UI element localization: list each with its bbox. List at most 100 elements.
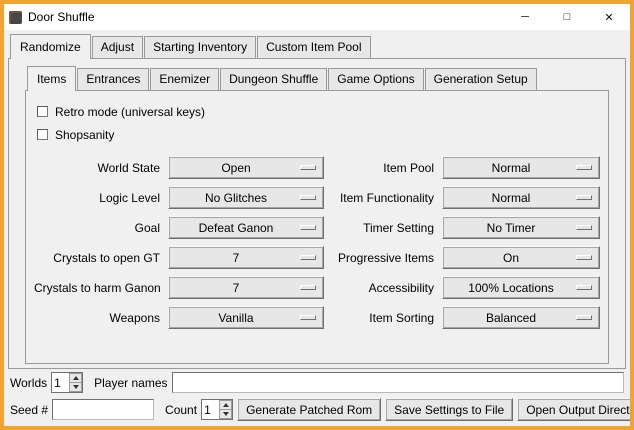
dropdown-indicator-icon — [576, 285, 592, 290]
count-input[interactable] — [202, 400, 219, 419]
dropdown-indicator-icon — [300, 165, 316, 170]
crystals-open-gt-label: Crystals to open GT — [34, 251, 162, 265]
goal-label: Goal — [34, 221, 162, 235]
tab-dungeon-shuffle[interactable]: Dungeon Shuffle — [220, 68, 327, 90]
dropdown-indicator-icon — [576, 255, 592, 260]
crystals-open-gt-dropdown[interactable]: 7 — [168, 246, 324, 269]
outer-tab-bar: Randomize Adjust Starting Inventory Cust… — [8, 34, 626, 58]
shopsanity-checkbox[interactable]: Shopsanity — [37, 123, 600, 146]
item-pool-dropdown[interactable]: Normal — [442, 156, 600, 179]
tab-randomize[interactable]: Randomize — [10, 34, 91, 59]
item-sorting-label: Item Sorting — [330, 311, 436, 325]
goal-dropdown[interactable]: Defeat Ganon — [168, 216, 324, 239]
item-pool-label: Item Pool — [330, 161, 436, 175]
item-functionality-value: Normal — [492, 191, 551, 205]
checkbox-icon — [37, 106, 48, 117]
world-state-dropdown[interactable]: Open — [168, 156, 324, 179]
timer-setting-dropdown[interactable]: No Timer — [442, 216, 600, 239]
tab-entrances[interactable]: Entrances — [77, 68, 149, 90]
tab-game-options[interactable]: Game Options — [328, 68, 423, 90]
item-sorting-dropdown[interactable]: Balanced — [442, 306, 600, 329]
tab-starting-inventory[interactable]: Starting Inventory — [144, 36, 256, 58]
shopsanity-label: Shopsanity — [55, 128, 114, 142]
arrow-down-icon — [223, 412, 229, 416]
tab-generation-setup[interactable]: Generation Setup — [425, 68, 537, 90]
worlds-spin-up-button[interactable] — [69, 373, 82, 383]
world-state-value: Open — [221, 161, 270, 175]
close-button[interactable]: ✕ — [588, 4, 630, 30]
tab-enemizer[interactable]: Enemizer — [150, 68, 219, 90]
titlebar: Door Shuffle ─ □ ✕ — [4, 4, 630, 30]
dropdown-indicator-icon — [300, 285, 316, 290]
crystals-open-gt-value: 7 — [233, 251, 260, 265]
inner-tab-bar: Items Entrances Enemizer Dungeon Shuffle… — [25, 66, 609, 90]
save-settings-button[interactable]: Save Settings to File — [385, 398, 513, 421]
maximize-button[interactable]: □ — [546, 4, 588, 30]
worlds-row: Worlds Player names — [10, 372, 624, 393]
progressive-items-value: On — [503, 251, 539, 265]
worlds-input[interactable] — [52, 373, 69, 392]
count-spin-down-button[interactable] — [219, 410, 232, 419]
weapons-value: Vanilla — [218, 311, 273, 325]
accessibility-dropdown[interactable]: 100% Locations — [442, 276, 600, 299]
retro-mode-label: Retro mode (universal keys) — [55, 105, 205, 119]
arrow-down-icon — [73, 385, 79, 389]
goal-value: Defeat Ganon — [199, 221, 294, 235]
window-content: Randomize Adjust Starting Inventory Cust… — [4, 30, 630, 426]
dropdown-indicator-icon — [300, 195, 316, 200]
crystals-harm-ganon-label: Crystals to harm Ganon — [34, 281, 162, 295]
dropdown-indicator-icon — [300, 255, 316, 260]
checkbox-icon — [37, 129, 48, 140]
dropdown-indicator-icon — [300, 315, 316, 320]
worlds-spin-down-button[interactable] — [69, 383, 82, 392]
window-title: Door Shuffle — [28, 10, 95, 24]
minimize-button[interactable]: ─ — [504, 4, 546, 30]
count-spinbox[interactable] — [201, 399, 233, 420]
items-pane: Retro mode (universal keys) Shopsanity W… — [25, 90, 609, 364]
bottom-right-buttons: Save Settings to File Open Output Direct… — [385, 398, 634, 421]
options-grid: World State Open Item Pool Normal Logic … — [34, 156, 600, 329]
item-sorting-value: Balanced — [486, 311, 556, 325]
timer-setting-value: No Timer — [487, 221, 556, 235]
logic-level-value: No Glitches — [205, 191, 287, 205]
world-state-label: World State — [34, 161, 162, 175]
accessibility-label: Accessibility — [330, 281, 436, 295]
player-names-label: Player names — [94, 376, 167, 390]
arrow-up-icon — [73, 376, 79, 380]
tab-items[interactable]: Items — [27, 66, 76, 91]
player-names-input[interactable] — [172, 372, 625, 393]
crystals-harm-ganon-value: 7 — [233, 281, 260, 295]
maximize-icon: □ — [564, 11, 571, 23]
open-output-directory-button[interactable]: Open Output Directory — [517, 398, 634, 421]
window-controls: ─ □ ✕ — [504, 4, 630, 30]
progressive-items-dropdown[interactable]: On — [442, 246, 600, 269]
count-spin-up-button[interactable] — [219, 400, 232, 410]
dropdown-indicator-icon — [576, 195, 592, 200]
weapons-label: Weapons — [34, 311, 162, 325]
seed-input[interactable] — [52, 399, 154, 420]
logic-level-label: Logic Level — [34, 191, 162, 205]
generate-patched-rom-button[interactable]: Generate Patched Rom — [237, 398, 381, 421]
weapons-dropdown[interactable]: Vanilla — [168, 306, 324, 329]
close-icon: ✕ — [604, 11, 613, 24]
crystals-harm-ganon-dropdown[interactable]: 7 — [168, 276, 324, 299]
worlds-spinbox[interactable] — [51, 372, 83, 393]
tab-adjust[interactable]: Adjust — [92, 36, 143, 58]
worlds-label: Worlds — [10, 376, 47, 390]
dropdown-indicator-icon — [576, 315, 592, 320]
retro-mode-checkbox[interactable]: Retro mode (universal keys) — [37, 100, 600, 123]
dropdown-indicator-icon — [576, 165, 592, 170]
logic-level-dropdown[interactable]: No Glitches — [168, 186, 324, 209]
arrow-up-icon — [223, 403, 229, 407]
minimize-icon: ─ — [521, 11, 529, 23]
app-window: Door Shuffle ─ □ ✕ Randomize Adjust Star… — [0, 0, 634, 430]
item-functionality-dropdown[interactable]: Normal — [442, 186, 600, 209]
dropdown-indicator-icon — [576, 225, 592, 230]
app-icon — [9, 11, 22, 24]
tab-custom-item-pool[interactable]: Custom Item Pool — [257, 36, 370, 58]
bottom-controls: Worlds Player names Seed # Count — [8, 369, 626, 424]
spinner-buttons — [69, 373, 82, 392]
item-pool-value: Normal — [492, 161, 551, 175]
accessibility-value: 100% Locations — [468, 281, 573, 295]
seed-label: Seed # — [10, 403, 48, 417]
